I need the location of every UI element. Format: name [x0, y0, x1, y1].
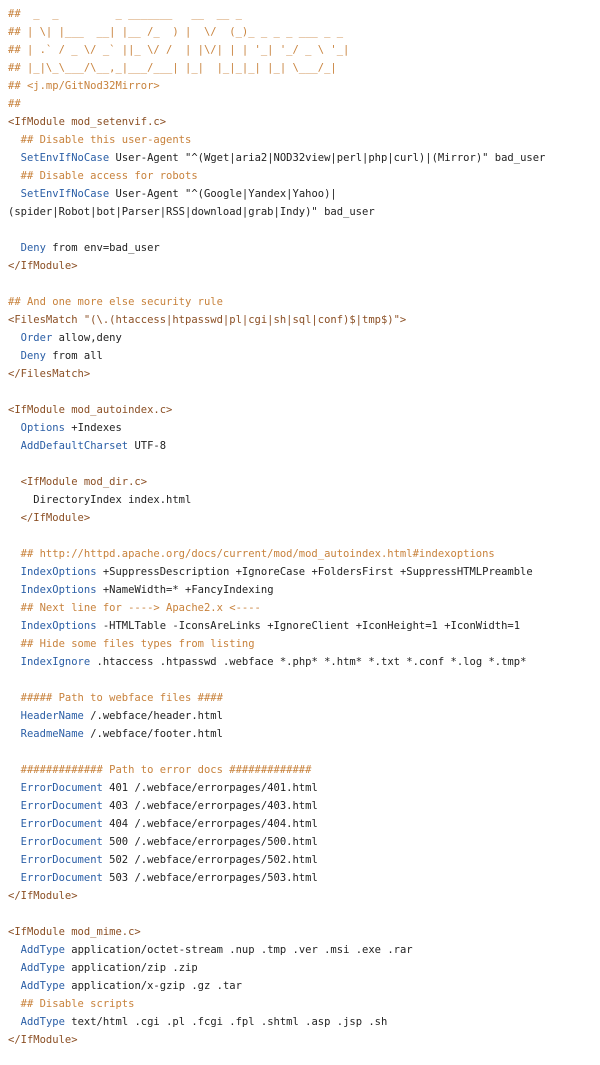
code-line: IndexOptions -HTMLTable -IconsAreLinks +… [20, 620, 521, 632]
code-line: ## <j.mp/GitNod32Mirror> [8, 80, 160, 92]
code-line: ErrorDocument 500 /.webface/errorpages/5… [20, 836, 318, 848]
code-line: <IfModule mod_autoindex.c> [8, 404, 173, 416]
code-line: ## And one more else security rule [8, 296, 223, 308]
code-line: ## | .` / _ \/ _` ||_ \/ / | |\/| | | '_… [8, 44, 350, 56]
code-line: AddType application/octet-stream .nup .t… [20, 944, 413, 956]
code-line: ## Disable scripts [8, 998, 135, 1010]
code-line: AddType application/zip .zip [20, 962, 198, 974]
code-line: (spider|Robot|bot|Parser|RSS|download|gr… [8, 206, 375, 218]
code-line: ErrorDocument 502 /.webface/errorpages/5… [20, 854, 318, 866]
code-line: ErrorDocument 401 /.webface/errorpages/4… [20, 782, 318, 794]
code-line: Order allow,deny [20, 332, 122, 344]
code-line: ## Disable this user-agents [8, 134, 192, 146]
code-line: ## _ _ _ _______ __ __ _ [8, 8, 249, 20]
code-line: DirectoryIndex index.html [8, 494, 192, 506]
code-line: Deny from env=bad_user [20, 242, 160, 254]
code-line: ## Next line for ----> Apache2.x <---- [8, 602, 261, 614]
code-line: AddType text/html .cgi .pl .fcgi .fpl .s… [20, 1016, 388, 1028]
code-line: <IfModule mod_dir.c> [8, 476, 148, 488]
code-line: Deny from all [20, 350, 103, 362]
code-line: ErrorDocument 404 /.webface/errorpages/4… [20, 818, 318, 830]
code-line: IndexOptions +SuppressDescription +Ignor… [20, 566, 533, 578]
code-line: </IfModule> [8, 260, 78, 272]
code-line: ReadmeName /.webface/footer.html [20, 728, 223, 740]
code-line: </IfModule> [8, 512, 91, 524]
code-line: ## http://httpd.apache.org/docs/current/… [8, 548, 495, 560]
code-listing: ## _ _ _ _______ __ __ _ ## | \| |___ __… [0, 5, 600, 1049]
code-line: ############# Path to error docs #######… [8, 764, 312, 776]
code-line: SetEnvIfNoCase User-Agent "^(Google|Yand… [20, 188, 337, 200]
code-line: AddType application/x-gzip .gz .tar [20, 980, 242, 992]
code-line: IndexIgnore .htaccess .htpasswd .webface… [20, 656, 527, 668]
code-line: ##### Path to webface files #### [8, 692, 223, 704]
code-line: <FilesMatch "(\.(htaccess|htpasswd|pl|cg… [8, 314, 407, 326]
code-line: Options +Indexes [20, 422, 122, 434]
code-line: </FilesMatch> [8, 368, 91, 380]
code-line: <IfModule mod_mime.c> [8, 926, 141, 938]
code-line: IndexOptions +NameWidth=* +FancyIndexing [20, 584, 274, 596]
code-line: ## Hide some files types from listing [8, 638, 255, 650]
code-line: </IfModule> [8, 1034, 78, 1046]
code-line: HeaderName /.webface/header.html [20, 710, 223, 722]
code-line: ErrorDocument 503 /.webface/errorpages/5… [20, 872, 318, 884]
code-line: <IfModule mod_setenvif.c> [8, 116, 167, 128]
code-line: ## Disable access for robots [8, 170, 198, 182]
code-line: SetEnvIfNoCase User-Agent "^(Wget|aria2|… [20, 152, 546, 164]
code-line: ## |_|\_\___/\__,_|___/___| |_| |_|_|_| … [8, 62, 350, 74]
code-line: </IfModule> [8, 890, 78, 902]
code-line: ## | \| |___ __| |__ /_ ) | \/ (_)_ _ _ … [8, 26, 350, 38]
code-line: ErrorDocument 403 /.webface/errorpages/4… [20, 800, 318, 812]
code-line: ## [8, 98, 21, 110]
code-line: AddDefaultCharset UTF-8 [20, 440, 167, 452]
